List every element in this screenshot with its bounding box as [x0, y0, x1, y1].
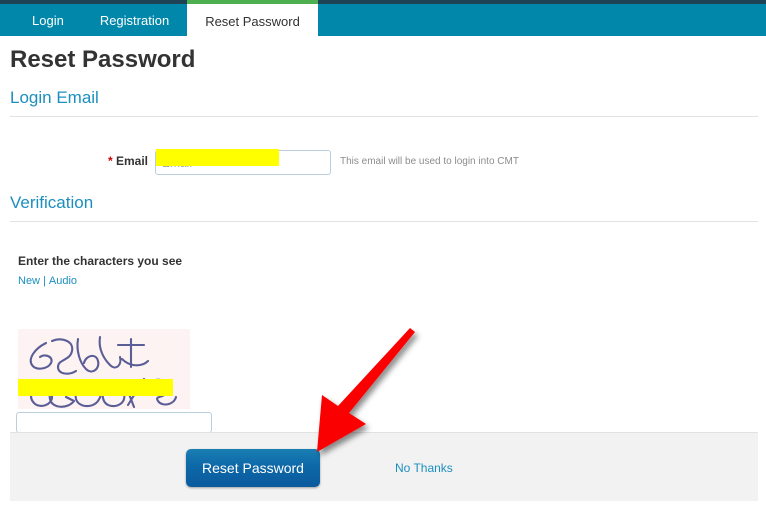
captcha-link-group: New | Audio [18, 275, 77, 287]
email-input[interactable] [155, 150, 331, 175]
tab-login-label: Login [32, 12, 64, 28]
email-hint-text: This email will be used to login into CM… [340, 156, 519, 167]
tab-registration[interactable]: Registration [82, 4, 187, 36]
section-divider-login-email [10, 116, 758, 117]
captcha-image [18, 329, 190, 409]
section-heading-verification: Verification [10, 193, 94, 212]
captcha-audio-link[interactable]: Audio [49, 275, 77, 287]
reset-password-button[interactable]: Reset Password [186, 449, 320, 487]
email-field-label: * Email [20, 154, 148, 168]
required-asterisk: * [107, 154, 113, 168]
tab-reset-password[interactable]: Reset Password [187, 0, 318, 36]
captcha-instruction: Enter the characters you see [18, 254, 183, 268]
captcha-new-link[interactable]: New [18, 275, 40, 287]
page-content: Reset Password Login Email * Email This … [0, 36, 766, 505]
tab-login[interactable]: Login [14, 4, 82, 36]
tab-registration-label: Registration [99, 12, 170, 28]
section-divider-verification [10, 221, 758, 222]
main-navbar: Login Registration Reset Password [0, 0, 766, 36]
email-label-text: Email [115, 154, 148, 168]
email-field-row: * Email This email will be used to login… [0, 146, 766, 180]
no-thanks-link[interactable]: No Thanks [395, 461, 453, 475]
captcha-squiggle-graphic [29, 335, 178, 409]
captcha-input[interactable] [16, 412, 212, 433]
page-title: Reset Password [10, 46, 196, 73]
form-action-bar: Reset Password No Thanks [10, 432, 758, 501]
tab-reset-password-label: Reset Password [205, 13, 300, 29]
link-separator: | [43, 275, 46, 287]
tab-list: Login Registration Reset Password [0, 0, 318, 36]
section-heading-login-email: Login Email [10, 88, 99, 107]
